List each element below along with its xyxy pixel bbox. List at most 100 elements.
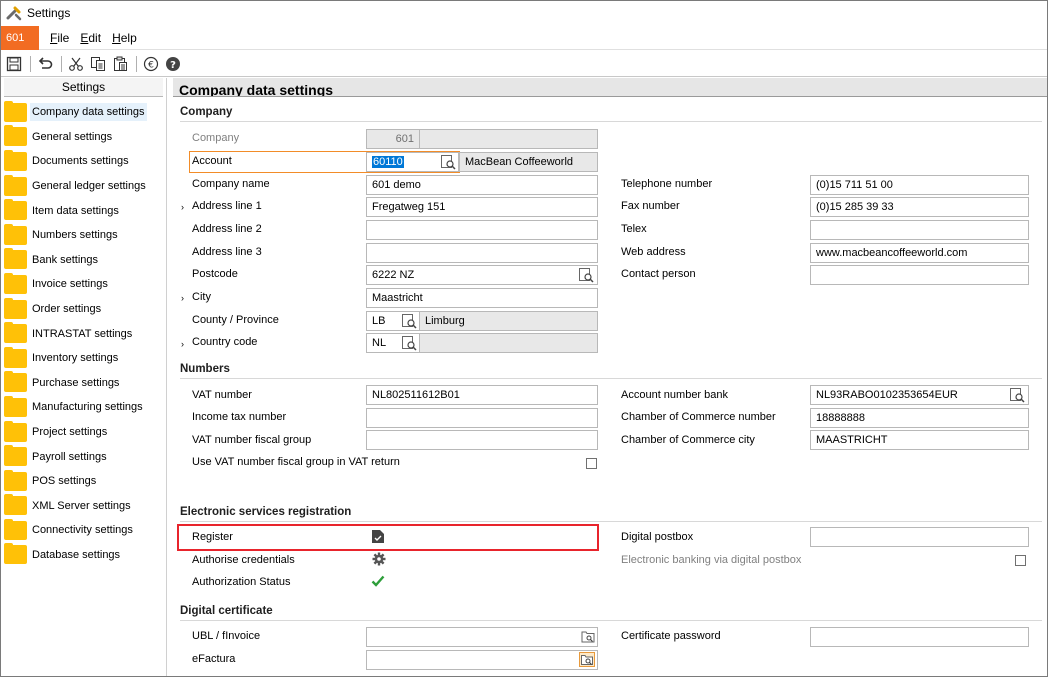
coc-city-field[interactable]: MAASTRICHT — [810, 430, 1029, 450]
folder-icon — [4, 445, 27, 467]
folder-icon — [4, 494, 27, 516]
expand-arrow-icon[interactable]: › — [181, 293, 184, 303]
ebanking-checkbox[interactable] — [1015, 555, 1026, 566]
section-divider — [180, 121, 1042, 122]
window-title: Settings — [27, 6, 71, 20]
sidebar-item[interactable]: Bank settings — [4, 248, 166, 273]
authorise-credentials-label: Authorise credentials — [192, 554, 295, 566]
paste-button[interactable] — [110, 54, 130, 74]
folder-browse-icon[interactable] — [579, 652, 595, 667]
sidebar-item[interactable]: General settings — [4, 125, 166, 150]
sidebar-item[interactable]: XML Server settings — [4, 494, 166, 519]
country-label: Country code — [192, 336, 258, 348]
authorization-status-label: Authorization Status — [192, 576, 291, 588]
sidebar-item[interactable]: INTRASTAT settings — [4, 321, 166, 346]
sidebar-item[interactable]: Manufacturing settings — [4, 395, 166, 420]
sidebar-item[interactable]: Item data settings — [4, 198, 166, 223]
postcode-field[interactable]: 6222 NZ — [366, 265, 598, 285]
menu-file[interactable]: File — [50, 31, 69, 45]
cut-icon — [69, 57, 83, 71]
sidebar-item[interactable]: Inventory settings — [4, 346, 166, 371]
cut-button[interactable] — [66, 54, 86, 74]
country-name-field — [419, 333, 598, 353]
sidebar-item[interactable]: Project settings — [4, 420, 166, 445]
sidebar-item-label: Payroll settings — [32, 450, 107, 463]
folder-icon — [4, 395, 27, 417]
bank-account-label: Account number bank — [621, 389, 729, 401]
contact-person-field[interactable] — [810, 265, 1029, 285]
lookup-icon[interactable] — [401, 335, 417, 351]
county-label: County / Province — [192, 314, 279, 326]
use-vat-fiscal-checkbox[interactable] — [586, 458, 597, 469]
sidebar-item[interactable]: Invoice settings — [4, 272, 166, 297]
coc-number-field[interactable]: 18888888 — [810, 408, 1029, 428]
gear-icon[interactable] — [372, 552, 386, 566]
expand-arrow-icon[interactable]: › — [181, 202, 184, 212]
income-tax-field[interactable] — [366, 408, 598, 428]
lookup-icon[interactable] — [578, 267, 594, 283]
folder-icon — [4, 223, 27, 245]
certificate-password-field[interactable] — [810, 627, 1029, 647]
sidebar-item-label: Numbers settings — [32, 229, 118, 242]
digital-postbox-field[interactable] — [810, 527, 1029, 547]
bank-account-field[interactable]: NL93RABO0102353654EUR — [810, 385, 1029, 405]
lookup-icon[interactable] — [401, 313, 417, 329]
ubl-field[interactable] — [366, 627, 598, 647]
vat-number-field[interactable]: NL802511612B01 — [366, 385, 598, 405]
menu-bar: 601 File Edit Help — [1, 25, 1047, 50]
use-vat-fiscal-label: Use VAT number fiscal group in VAT retur… — [192, 456, 400, 468]
sidebar-item[interactable]: Payroll settings — [4, 444, 166, 469]
company-badge[interactable]: 601 — [1, 25, 39, 50]
folder-icon — [4, 469, 27, 491]
menu-edit[interactable]: Edit — [80, 31, 101, 45]
sidebar-item[interactable]: Documents settings — [4, 149, 166, 174]
telex-field[interactable] — [810, 220, 1029, 240]
lookup-icon[interactable] — [440, 154, 456, 170]
fax-field[interactable]: (0)15 285 39 33 — [810, 197, 1029, 217]
company-number-field: 601 — [366, 129, 420, 149]
sidebar-item[interactable]: Connectivity settings — [4, 518, 166, 543]
telephone-field[interactable]: (0)15 711 51 00 — [810, 175, 1029, 195]
folder-icon — [4, 346, 27, 368]
toolbar-separator — [30, 56, 31, 72]
help-button[interactable]: ? — [163, 54, 183, 74]
lookup-icon[interactable] — [1009, 387, 1025, 403]
folder-icon — [4, 322, 27, 344]
save-button[interactable] — [4, 54, 24, 74]
vat-fiscal-group-field[interactable] — [366, 430, 598, 450]
tools-icon — [6, 6, 22, 21]
register-label: Register — [192, 531, 233, 543]
sidebar-item[interactable]: Company data settings — [4, 100, 166, 125]
address1-field[interactable]: Fregatweg 151 — [366, 197, 598, 217]
currency-button[interactable]: € — [141, 54, 161, 74]
document-icon[interactable] — [371, 529, 385, 544]
sidebar-item-label: Invoice settings — [32, 278, 108, 291]
copy-icon — [91, 57, 105, 71]
sidebar-item[interactable]: General ledger settings — [4, 174, 166, 199]
sidebar-item[interactable]: Order settings — [4, 297, 166, 322]
folder-icon — [4, 518, 27, 540]
web-address-field[interactable]: www.macbeancoffeeworld.com — [810, 243, 1029, 263]
folder-icon — [4, 199, 27, 221]
address3-field[interactable] — [366, 243, 598, 263]
folder-icon — [4, 125, 27, 147]
city-field[interactable]: Maastricht — [366, 288, 598, 308]
certificate-password-label: Certificate password — [621, 630, 721, 642]
sidebar-item[interactable]: POS settings — [4, 469, 166, 494]
sidebar-item[interactable]: Numbers settings — [4, 223, 166, 248]
folder-icon — [4, 420, 27, 442]
section-divider — [180, 620, 1042, 621]
expand-arrow-icon[interactable]: › — [181, 339, 184, 349]
efactura-field[interactable] — [366, 650, 598, 670]
copy-button[interactable] — [88, 54, 108, 74]
sidebar-item[interactable]: Purchase settings — [4, 371, 166, 396]
address2-field[interactable] — [366, 220, 598, 240]
undo-button[interactable] — [35, 54, 55, 74]
ubl-label: UBL / fInvoice — [192, 630, 261, 642]
folder-browse-icon[interactable] — [581, 630, 595, 643]
company-name-field[interactable]: 601 demo — [366, 175, 598, 195]
sidebar-item-label: POS settings — [32, 475, 97, 488]
help-icon: ? — [166, 57, 180, 71]
menu-help[interactable]: Help — [112, 31, 137, 45]
sidebar-item[interactable]: Database settings — [4, 543, 166, 568]
